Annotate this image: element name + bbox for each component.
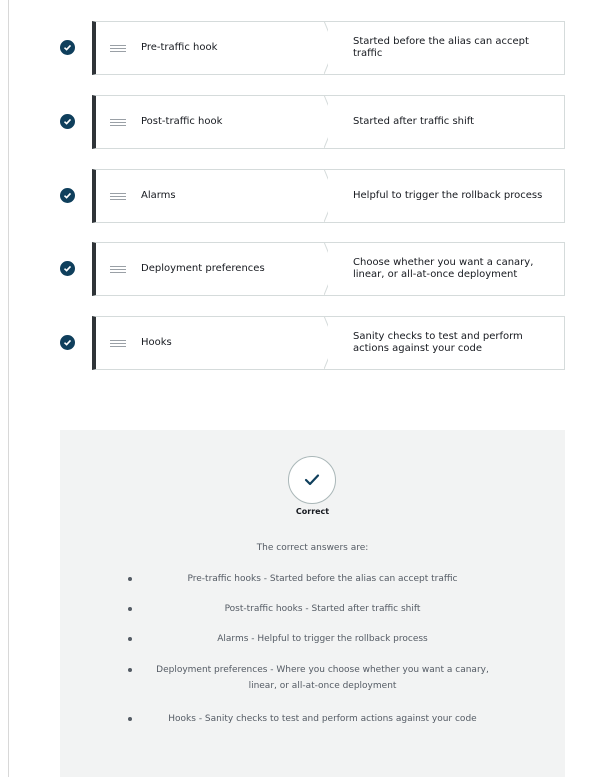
target-description: Helpful to trigger the rollback process (353, 190, 543, 201)
drag-handle-icon[interactable] (110, 119, 126, 126)
checkmark-icon (60, 114, 75, 129)
page-divider (8, 0, 9, 777)
answers-heading: The correct answers are: (256, 543, 369, 553)
bullet-icon (128, 668, 132, 672)
checkmark-icon (60, 261, 75, 276)
bullet-icon (128, 717, 132, 721)
checkmark-icon (304, 474, 320, 486)
match-row-post-traffic-hook: Post-traffic hook Started after traffic … (60, 95, 565, 149)
drag-item-label: Deployment preferences (141, 263, 265, 274)
answer-item: Pre-traffic hooks - Started before the a… (187, 574, 458, 584)
result-icon-circle (288, 456, 336, 504)
checkmark-icon (60, 335, 75, 350)
drag-handle-icon[interactable] (110, 266, 126, 273)
drag-item-label: Pre-traffic hook (141, 42, 218, 53)
target-description: Sanity checks to test and perform action… (353, 331, 523, 354)
match-row-alarms: Alarms Helpful to trigger the rollback p… (60, 169, 565, 223)
bullet-icon (128, 577, 132, 581)
drag-handle-icon[interactable] (110, 193, 126, 200)
drag-item-label: Alarms (141, 190, 176, 201)
drag-item-label: Post-traffic hook (141, 116, 223, 127)
feedback-panel: Correct The correct answers are: Pre-tra… (60, 430, 565, 777)
drop-target[interactable]: Helpful to trigger the rollback process (328, 169, 565, 223)
drag-item-label: Hooks (141, 337, 172, 348)
drag-handle-icon[interactable] (110, 45, 126, 52)
target-description: Started before the alias can accept traf… (353, 36, 529, 59)
answer-item: Deployment preferences - Where you choos… (156, 665, 489, 691)
match-row-hooks: Hooks Sanity checks to test and perform … (60, 316, 565, 370)
drop-target[interactable]: Started after traffic shift (328, 95, 565, 149)
drop-target[interactable]: Sanity checks to test and perform action… (328, 316, 565, 370)
drag-item[interactable]: Pre-traffic hook (92, 21, 333, 75)
match-row-pre-traffic-hook: Pre-traffic hook Started before the alia… (60, 21, 565, 75)
drag-item[interactable]: Post-traffic hook (92, 95, 333, 149)
answer-item: Hooks - Sanity checks to test and perfor… (168, 714, 477, 724)
match-row-deployment-preferences: Deployment preferences Choose whether yo… (60, 242, 565, 296)
answer-item: Post-traffic hooks - Started after traff… (224, 604, 421, 614)
drop-target[interactable]: Choose whether you want a canary, linear… (328, 242, 565, 296)
result-label: Correct (295, 507, 330, 516)
drag-item[interactable]: Deployment preferences (92, 242, 333, 296)
target-description: Choose whether you want a canary, linear… (353, 257, 534, 280)
bullet-icon (128, 607, 132, 611)
checkmark-icon (60, 188, 75, 203)
drag-item[interactable]: Alarms (92, 169, 333, 223)
answer-item: Alarms - Helpful to trigger the rollback… (217, 634, 428, 644)
checkmark-icon (60, 40, 75, 55)
drag-handle-icon[interactable] (110, 340, 126, 347)
drop-target[interactable]: Started before the alias can accept traf… (328, 21, 565, 75)
target-description: Started after traffic shift (353, 116, 475, 127)
drag-item[interactable]: Hooks (92, 316, 333, 370)
bullet-icon (128, 637, 132, 641)
